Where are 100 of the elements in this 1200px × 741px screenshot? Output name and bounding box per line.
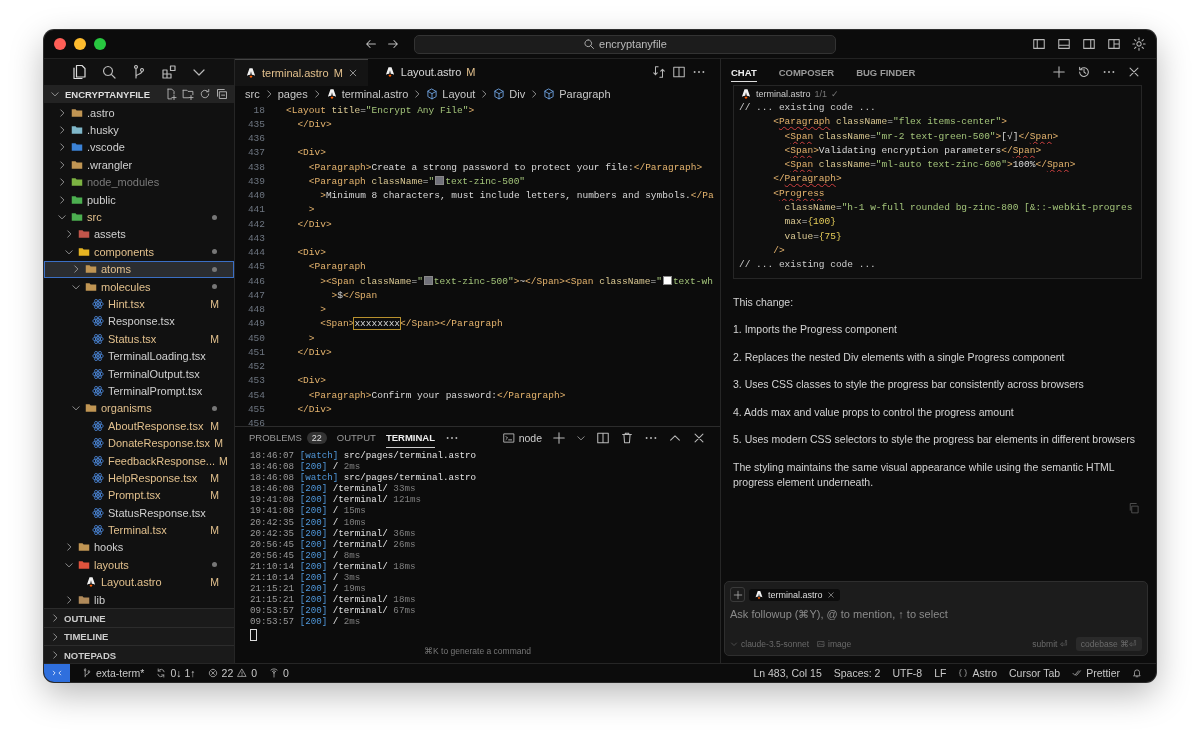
file-tree-item[interactable]: Status.tsx M — [44, 330, 234, 348]
chat-tab[interactable]: COMPOSER — [778, 62, 835, 82]
sidebar-toggle-icon[interactable] — [1032, 37, 1046, 51]
search-icon[interactable] — [101, 64, 117, 80]
status-item[interactable]: Cursor Tab — [1009, 667, 1061, 679]
breadcrumb-item[interactable]: terminal.astro — [341, 87, 409, 100]
file-tree-item[interactable]: Terminal.tsx M — [44, 521, 234, 539]
file-tree-item[interactable]: FeedbackResponse... M — [44, 451, 234, 470]
close-icon[interactable] — [826, 590, 835, 599]
status-item[interactable]: Spaces: 2 — [833, 667, 881, 679]
file-tree-item[interactable]: components — [44, 243, 234, 261]
refresh-icon[interactable] — [199, 88, 211, 100]
file-tree-item[interactable]: public — [44, 190, 234, 209]
command-center-button[interactable]: encryptanyfile — [414, 34, 836, 54]
file-tree-item[interactable]: assets — [44, 225, 234, 244]
file-tree-item[interactable]: TerminalOutput.tsx — [44, 364, 234, 383]
secondary-sidebar-toggle-icon[interactable] — [1082, 37, 1096, 51]
split-terminal-icon[interactable] — [596, 431, 610, 445]
back-arrow-icon[interactable] — [364, 37, 378, 51]
problems-indicator[interactable]: 22 0 — [207, 667, 258, 679]
terminal-line: 18:46:08 [watch] src/pages/terminal.astro — [250, 472, 478, 484]
branch-indicator[interactable]: exta-term* — [82, 667, 145, 679]
plus-icon[interactable] — [1052, 65, 1066, 79]
panel-toggle-icon[interactable] — [1057, 37, 1071, 51]
panel-tab[interactable]: OUTPUT — [336, 428, 376, 448]
status-item[interactable]: Astro — [958, 667, 997, 679]
context-chip[interactable]: terminal.astro — [749, 588, 840, 601]
file-tree-item[interactable]: Response.tsx — [44, 312, 234, 331]
remote-button[interactable] — [44, 664, 70, 682]
breadcrumb-item[interactable]: pages — [277, 87, 308, 100]
terminal-line: 21:15:21 [200] / 19ms — [250, 583, 367, 595]
file-tree-item[interactable]: .husky — [44, 121, 234, 139]
bell-icon[interactable] — [1132, 668, 1142, 678]
file-tree-item[interactable]: molecules — [44, 277, 234, 296]
new-file-icon[interactable] — [165, 88, 177, 100]
file-tree-item[interactable]: TerminalPrompt.tsx — [44, 382, 234, 400]
ports-indicator[interactable]: 0 — [269, 667, 289, 679]
file-tree-item[interactable]: node_modules — [44, 173, 234, 191]
status-item[interactable]: Ln 483, Col 15 — [753, 667, 822, 679]
plus-icon[interactable] — [552, 431, 566, 445]
compare-changes-icon[interactable] — [652, 65, 666, 79]
close-icon[interactable] — [1127, 65, 1141, 79]
breadcrumb-item[interactable]: Div — [509, 87, 526, 100]
close-icon[interactable] — [347, 67, 358, 78]
close-window-button[interactable] — [54, 38, 66, 50]
chat-message-text: 5. Uses modern CSS selectors to style the progress bar elements in different browsers — [733, 432, 1135, 448]
file-tree-item[interactable]: Hint.tsx M — [44, 295, 234, 313]
layout-icon[interactable] — [1107, 37, 1121, 51]
chat-tab[interactable]: CHAT — [731, 62, 757, 82]
file-tree-item[interactable]: Layout.astro M — [44, 573, 234, 591]
file-tree-item[interactable]: .vscode — [44, 138, 234, 157]
file-tree-item[interactable]: .astro — [44, 104, 234, 122]
file-tree-item[interactable]: lib — [44, 590, 234, 609]
source-control-icon[interactable] — [131, 64, 147, 80]
chevron-down-icon[interactable] — [576, 433, 586, 443]
sync-indicator[interactable]: 0↓ 1↑ — [156, 667, 196, 679]
chat-tab[interactable]: BUG FINDER — [856, 62, 916, 82]
file-tree-item[interactable]: TerminalLoading.tsx — [44, 347, 234, 365]
history-icon[interactable] — [1077, 65, 1091, 79]
split-editor-icon[interactable] — [672, 65, 686, 79]
settings-icon[interactable] — [1132, 37, 1146, 51]
panel-tab[interactable]: TERMINAL — [385, 428, 435, 448]
breadcrumb-item[interactable]: Layout — [442, 87, 476, 100]
file-tree-item[interactable]: src — [44, 208, 234, 226]
terminal-selector[interactable]: node — [502, 432, 542, 444]
collapse-all-icon[interactable] — [216, 88, 228, 100]
zoom-window-button[interactable] — [94, 38, 106, 50]
editor-tab[interactable]: Layout.astro M — [373, 59, 486, 85]
file-tree-item[interactable]: Prompt.tsx M — [44, 486, 234, 504]
file-tree-item[interactable]: AboutResponse.tsx M — [44, 417, 234, 435]
forward-arrow-icon[interactable] — [386, 37, 400, 51]
code-line: // ... existing code ... — [739, 258, 877, 273]
new-folder-icon[interactable] — [182, 88, 194, 100]
modified-dot — [212, 214, 217, 220]
file-tree-item[interactable]: .wrangler — [44, 156, 234, 174]
editor-tab[interactable]: terminal.astro M — [235, 58, 368, 86]
status-item[interactable]: LF — [934, 667, 947, 679]
file-tree-item[interactable]: hooks — [44, 538, 234, 557]
panel-tab[interactable]: PROBLEMS 22 — [249, 428, 327, 448]
followup-field[interactable]: Ask followup (⌘Y), @ to mention, ↑ to select — [730, 602, 1142, 620]
file-tree-item[interactable]: organisms — [44, 399, 234, 418]
extensions-icon[interactable] — [161, 64, 177, 80]
status-item[interactable]: Prettier — [1072, 667, 1120, 679]
breadcrumb-item[interactable]: Paragraph — [559, 87, 611, 100]
file-tree-item[interactable]: layouts — [44, 556, 234, 574]
section-header[interactable]: OUTLINE — [44, 608, 234, 627]
section-header[interactable]: NOTEPADS — [44, 645, 234, 664]
line-number: 456 — [246, 418, 265, 426]
trash-icon[interactable] — [620, 431, 634, 445]
file-tree-item[interactable]: HelpResponse.tsx M — [44, 469, 234, 487]
file-tree-item[interactable]: StatusResponse.tsx — [44, 504, 234, 522]
close-icon[interactable] — [692, 431, 706, 445]
project-header[interactable]: ENCRYPTANYFILE — [44, 85, 234, 103]
explorer-icon[interactable] — [71, 64, 87, 80]
file-tree-item[interactable]: atoms — [44, 260, 234, 278]
minimize-window-button[interactable] — [74, 38, 86, 50]
line-number: 437 — [246, 147, 265, 159]
breadcrumb-item[interactable]: src — [245, 87, 260, 100]
status-item[interactable]: UTF-8 — [892, 667, 923, 679]
file-tree-item[interactable]: DonateResponse.tsx M — [44, 434, 234, 452]
